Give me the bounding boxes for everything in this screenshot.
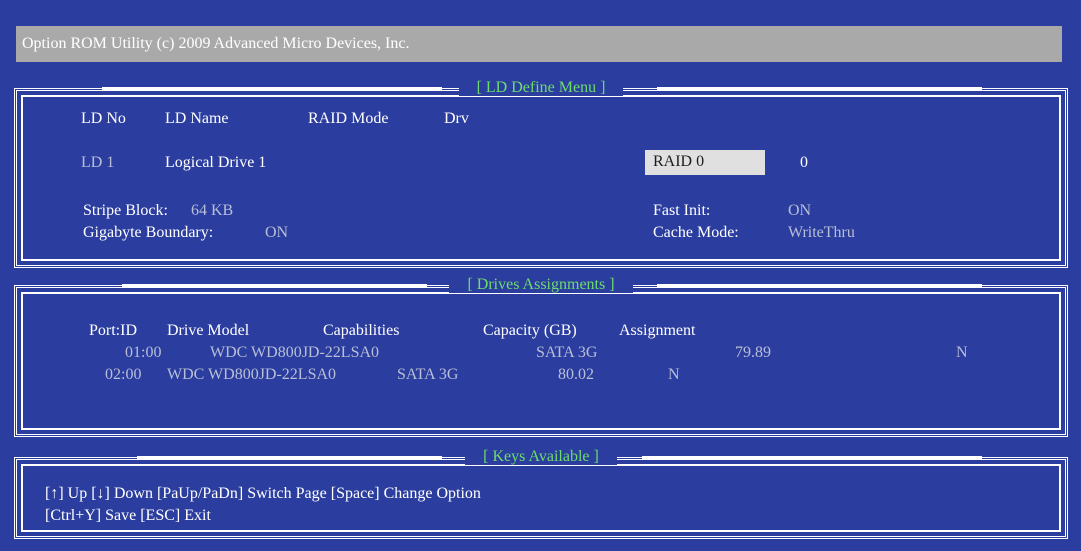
drive-2-assignment[interactable]: N [668, 365, 680, 385]
cache-mode-value[interactable]: WriteThru [788, 223, 855, 243]
ld-define-heading: [ LD Define Menu ] [458, 79, 624, 96]
drv-count-value: 0 [800, 154, 808, 171]
header-assignment: Assignment [619, 322, 696, 339]
drive-2-model: WDC WD800JD-22LSA0 [167, 366, 337, 383]
header-drv: Drv [444, 110, 469, 127]
ld-define-heading-wrap: [ LD Define Menu ] [17, 78, 1065, 98]
gigabyte-boundary-value[interactable]: ON [265, 223, 288, 243]
keys-heading: [ Keys Available ] [465, 448, 617, 465]
fast-init-label: Fast Init: [653, 202, 711, 219]
drive-2-capabilities: SATA 3G [397, 366, 459, 383]
key-help-line-1: [↑] Up [↓] Down [PaUp/PaDn] Switch Page … [45, 485, 481, 502]
raid-mode-select[interactable]: RAID 0 [645, 150, 765, 175]
header-port-id: Port:ID [89, 322, 137, 339]
bios-screen: Option ROM Utility (c) 2009 Advanced Mic… [0, 0, 1081, 551]
header-drive-model: Drive Model [167, 322, 250, 339]
drive-1-model: WDC WD800JD-22LSA0 [210, 344, 380, 361]
header-ld-no: LD No [81, 110, 126, 127]
fast-init-value[interactable]: ON [788, 201, 811, 221]
drives-panel: [ Drives Assignments ] Port:ID Drive Mod… [14, 276, 1068, 437]
drive-2-capacity: 80.02 [558, 366, 594, 383]
drive-1-port: 01:00 [125, 344, 162, 361]
header-capabilities: Capabilities [323, 322, 400, 339]
drive-1-capabilities: SATA 3G [536, 344, 598, 361]
keys-panel: [ Keys Available ] [↑] Up [↓] Down [PaUp… [14, 448, 1068, 539]
header-capacity: Capacity (GB) [483, 322, 577, 339]
key-help-line-2: [Ctrl+Y] Save [ESC] Exit [45, 507, 211, 524]
ld-number-value: LD 1 [81, 154, 115, 171]
header-ld-name: LD Name [165, 110, 229, 127]
drive-2-port: 02:00 [105, 366, 142, 383]
drive-1-capacity: 79.89 [735, 344, 771, 361]
ld-name-field[interactable]: Logical Drive 1 [165, 153, 266, 173]
header-raid-mode: RAID Mode [308, 110, 389, 127]
drives-heading: [ Drives Assignments ] [449, 276, 633, 293]
keys-heading-wrap: [ Keys Available ] [17, 447, 1065, 467]
stripe-block-label: Stripe Block: [83, 202, 168, 219]
drive-1-assignment[interactable]: N [956, 343, 968, 363]
title-bar: Option ROM Utility (c) 2009 Advanced Mic… [16, 26, 1062, 62]
cache-mode-label: Cache Mode: [653, 224, 739, 241]
gigabyte-boundary-label: Gigabyte Boundary: [83, 224, 214, 241]
ld-define-panel: [ LD Define Menu ] LD No LD Name RAID Mo… [14, 79, 1068, 268]
stripe-block-value[interactable]: 64 KB [191, 201, 233, 221]
drives-heading-wrap: [ Drives Assignments ] [17, 275, 1065, 295]
